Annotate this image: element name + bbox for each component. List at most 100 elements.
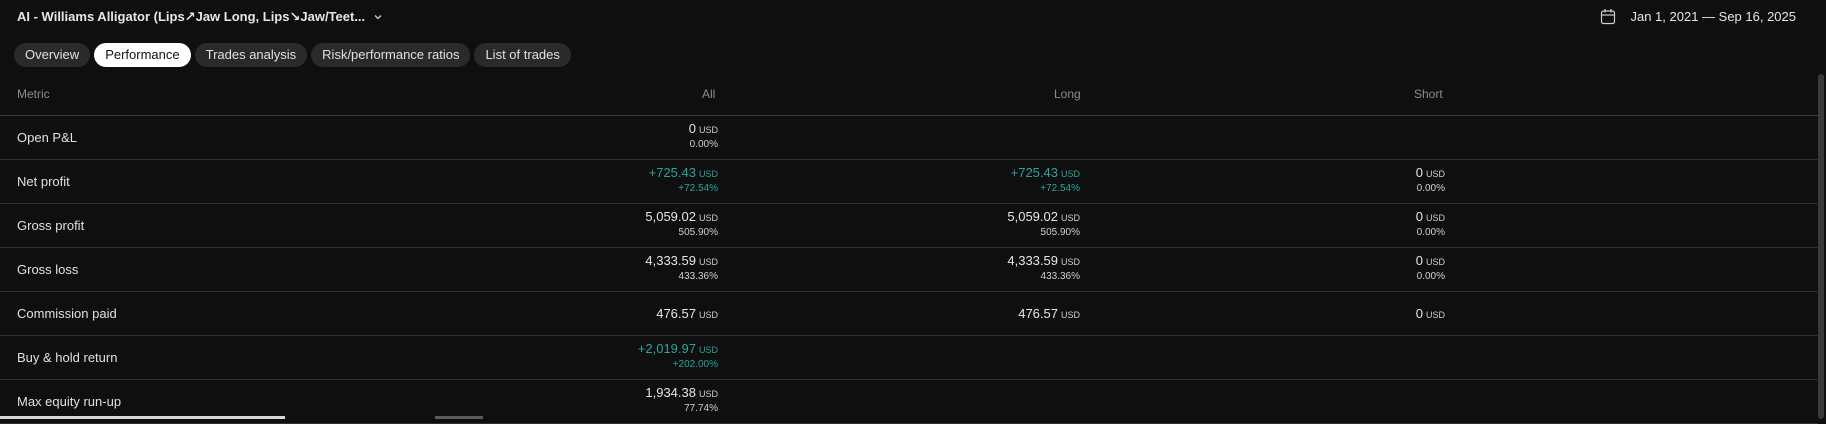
cell-value: 0USD (1245, 253, 1445, 268)
tab-performance[interactable]: Performance (94, 43, 190, 67)
date-range-label: Jan 1, 2021 — Sep 16, 2025 (1630, 9, 1796, 24)
cell-value: 0USD (1245, 209, 1445, 224)
table-row: Gross profit5,059.02USD505.90%5,059.02US… (0, 204, 1818, 248)
metric-label: Open P&L (17, 130, 77, 145)
cell-value: +2,019.97USD (518, 341, 718, 356)
value-unit: USD (699, 213, 718, 223)
value-number: 476.57 (656, 306, 696, 321)
tab-overview[interactable]: Overview (14, 43, 90, 67)
table-row: Net profit+725.43USD+72.54%+725.43USD+72… (0, 160, 1818, 204)
value-number: +725.43 (1011, 165, 1058, 180)
cell-short: 0USD 0.00% (1245, 248, 1445, 282)
value-number: 0 (1416, 306, 1423, 321)
cell-long: 5,059.02USD 505.90% (880, 204, 1080, 238)
value-unit: USD (1426, 310, 1445, 320)
cell-long: 4,333.59USD433.36% (880, 248, 1080, 282)
cell-all: +2,019.97USD +202.00% (518, 336, 718, 370)
value-number: 0 (1416, 209, 1423, 224)
table-row: Open P&L 0USD0.00% (0, 116, 1818, 160)
cell-all: 1,934.38USD 77.74% (518, 380, 718, 414)
value-percent: 0.00% (1245, 227, 1445, 238)
value-number: +725.43 (649, 165, 696, 180)
cell-all: 476.57USD (518, 292, 718, 321)
tab-trades-analysis[interactable]: Trades analysis (195, 43, 308, 67)
value-percent: +72.54% (880, 183, 1080, 194)
value-percent: +72.54% (518, 183, 718, 194)
cell-short: 0USD (1245, 292, 1445, 321)
value-unit: USD (699, 310, 718, 320)
value-number: 0 (689, 121, 696, 136)
value-number: 1,934.38 (645, 385, 696, 400)
calendar-icon (1600, 8, 1616, 25)
metric-label: Net profit (17, 174, 70, 189)
value-unit: USD (699, 125, 718, 135)
date-range-selector[interactable]: Jan 1, 2021 — Sep 16, 2025 (1600, 8, 1796, 25)
table-row: Buy & hold return +2,019.97USD +202.00% (0, 336, 1818, 380)
cell-value: +725.43USD (518, 165, 718, 180)
metric-label: Gross loss (17, 262, 78, 277)
cell-value: 0USD (518, 121, 718, 136)
cell-all: +725.43USD +72.54% (518, 160, 718, 194)
cell-value: 5,059.02USD (880, 209, 1080, 224)
cell-value: 476.57USD (518, 306, 718, 321)
column-header-metric: Metric (17, 87, 50, 101)
report-tabs: Overview Performance Trades analysis Ris… (14, 43, 571, 67)
value-unit: USD (699, 345, 718, 355)
value-number: 0 (1416, 253, 1423, 268)
table-body: Open P&L0USD0.00%Net profit+725.43USD+72… (0, 116, 1818, 424)
cell-all: 4,333.59USD 433.36% (518, 248, 718, 282)
cell-value: 5,059.02USD (518, 209, 718, 224)
table-row: Commission paid476.57USD476.57USD0USD (0, 292, 1818, 336)
value-number: 4,333.59 (1007, 253, 1058, 268)
cell-long: 476.57USD (880, 292, 1080, 321)
performance-table: Metric All Long Short Open P&L0USD0.00%N… (0, 74, 1818, 424)
cell-all: 0USD0.00% (518, 116, 718, 150)
value-unit: USD (1061, 257, 1080, 267)
value-unit: USD (1061, 213, 1080, 223)
value-percent: 0.00% (1245, 183, 1445, 194)
strategy-selector[interactable]: AI - Williams Alligator (Lips↗Jaw Long, … (17, 9, 383, 25)
table-header: Metric All Long Short (0, 74, 1818, 116)
value-unit: USD (699, 389, 718, 399)
value-number: 0 (1416, 165, 1423, 180)
metric-label: Commission paid (17, 306, 117, 321)
value-percent: +202.00% (518, 359, 718, 370)
value-number: 5,059.02 (1007, 209, 1058, 224)
value-unit: USD (699, 169, 718, 179)
cell-value: 4,333.59USD (518, 253, 718, 268)
report-header: AI - Williams Alligator (Lips↗Jaw Long, … (0, 0, 1826, 36)
cell-short: 0USD 0.00% (1245, 204, 1445, 238)
value-percent: 505.90% (518, 227, 718, 238)
value-percent: 0.00% (1245, 271, 1445, 282)
value-percent: 433.36% (518, 271, 718, 282)
value-unit: USD (1426, 213, 1445, 223)
metric-label: Gross profit (17, 218, 84, 233)
cell-value: 0USD (1245, 306, 1445, 321)
cell-value: 1,934.38USD (518, 385, 718, 400)
metric-label: Max equity run-up (17, 394, 121, 409)
value-number: +2,019.97 (638, 341, 696, 356)
value-unit: USD (1061, 169, 1080, 179)
value-percent: 505.90% (880, 227, 1080, 238)
cell-value: +725.43USD (880, 165, 1080, 180)
cell-long: +725.43USD +72.54% (880, 160, 1080, 194)
tab-risk-performance-ratios[interactable]: Risk/performance ratios (311, 43, 470, 67)
value-percent: 77.74% (518, 403, 718, 414)
column-header-all: All (702, 87, 715, 101)
metric-label: Buy & hold return (17, 350, 117, 365)
value-unit: USD (699, 257, 718, 267)
cell-value: 476.57USD (880, 306, 1080, 321)
column-header-long: Long (1054, 87, 1081, 101)
tab-list-of-trades[interactable]: List of trades (474, 43, 570, 67)
cell-all: 5,059.02USD 505.90% (518, 204, 718, 238)
cell-value: 0USD (1245, 165, 1445, 180)
cell-value: 4,333.59USD (880, 253, 1080, 268)
value-unit: USD (1426, 169, 1445, 179)
value-number: 4,333.59 (645, 253, 696, 268)
cell-short: 0USD 0.00% (1245, 160, 1445, 194)
value-number: 5,059.02 (645, 209, 696, 224)
column-header-short: Short (1414, 87, 1443, 101)
chevron-down-icon (373, 12, 383, 22)
value-unit: USD (1061, 310, 1080, 320)
vertical-scrollbar[interactable] (1818, 74, 1824, 419)
